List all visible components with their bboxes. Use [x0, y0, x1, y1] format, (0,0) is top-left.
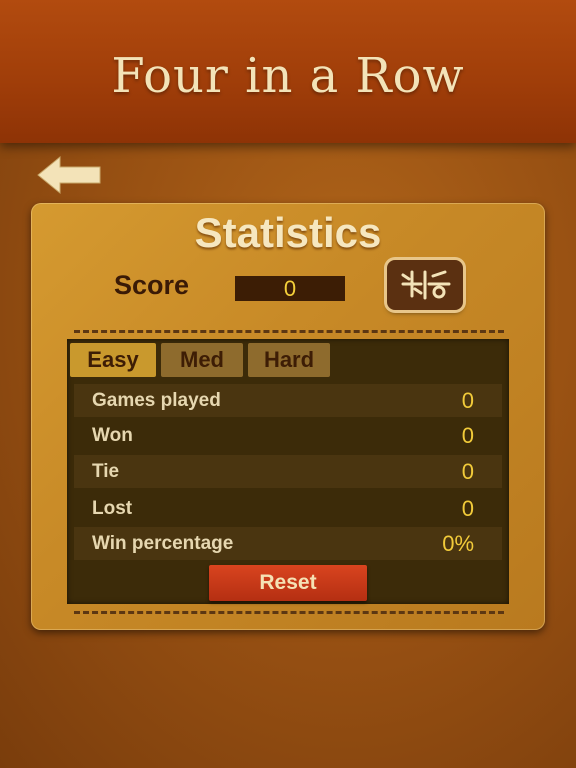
- dashed-divider-top: [74, 330, 504, 333]
- score-value: 0: [235, 276, 345, 301]
- stat-row-tie: Tie 0: [74, 455, 502, 488]
- stat-label: Games played: [92, 390, 221, 411]
- tab-easy[interactable]: Easy: [70, 343, 156, 377]
- score-label: Score: [114, 270, 190, 300]
- stat-row-won: Won 0: [74, 419, 502, 452]
- app-title: Four in a Row: [111, 48, 465, 104]
- left-arrow-icon: [37, 155, 101, 195]
- stat-label: Tie: [92, 461, 120, 482]
- game-logo-button[interactable]: [387, 260, 463, 310]
- back-button[interactable]: [36, 155, 102, 195]
- stat-label: Won: [92, 425, 133, 446]
- reset-button[interactable]: Reset: [209, 565, 367, 601]
- stat-value: 0: [461, 423, 474, 448]
- stat-value: 0: [461, 496, 474, 521]
- dashed-divider-bottom: [74, 611, 504, 614]
- game-logo-icon: [401, 270, 451, 300]
- stat-label: Lost: [92, 498, 133, 519]
- stat-row-lost: Lost 0: [74, 492, 502, 525]
- stat-row-games-played: Games played 0: [74, 384, 502, 417]
- app-header: Four in a Row: [0, 0, 576, 143]
- stat-value: 0: [461, 459, 474, 484]
- statistics-title: Statistics: [194, 209, 382, 256]
- stat-row-win-percentage: Win percentage 0%: [74, 527, 502, 560]
- tab-med[interactable]: Med: [161, 343, 243, 377]
- stat-value: 0%: [442, 531, 474, 556]
- stat-value: 0: [461, 388, 474, 413]
- tab-hard[interactable]: Hard: [248, 343, 330, 377]
- stat-label: Win percentage: [92, 533, 234, 554]
